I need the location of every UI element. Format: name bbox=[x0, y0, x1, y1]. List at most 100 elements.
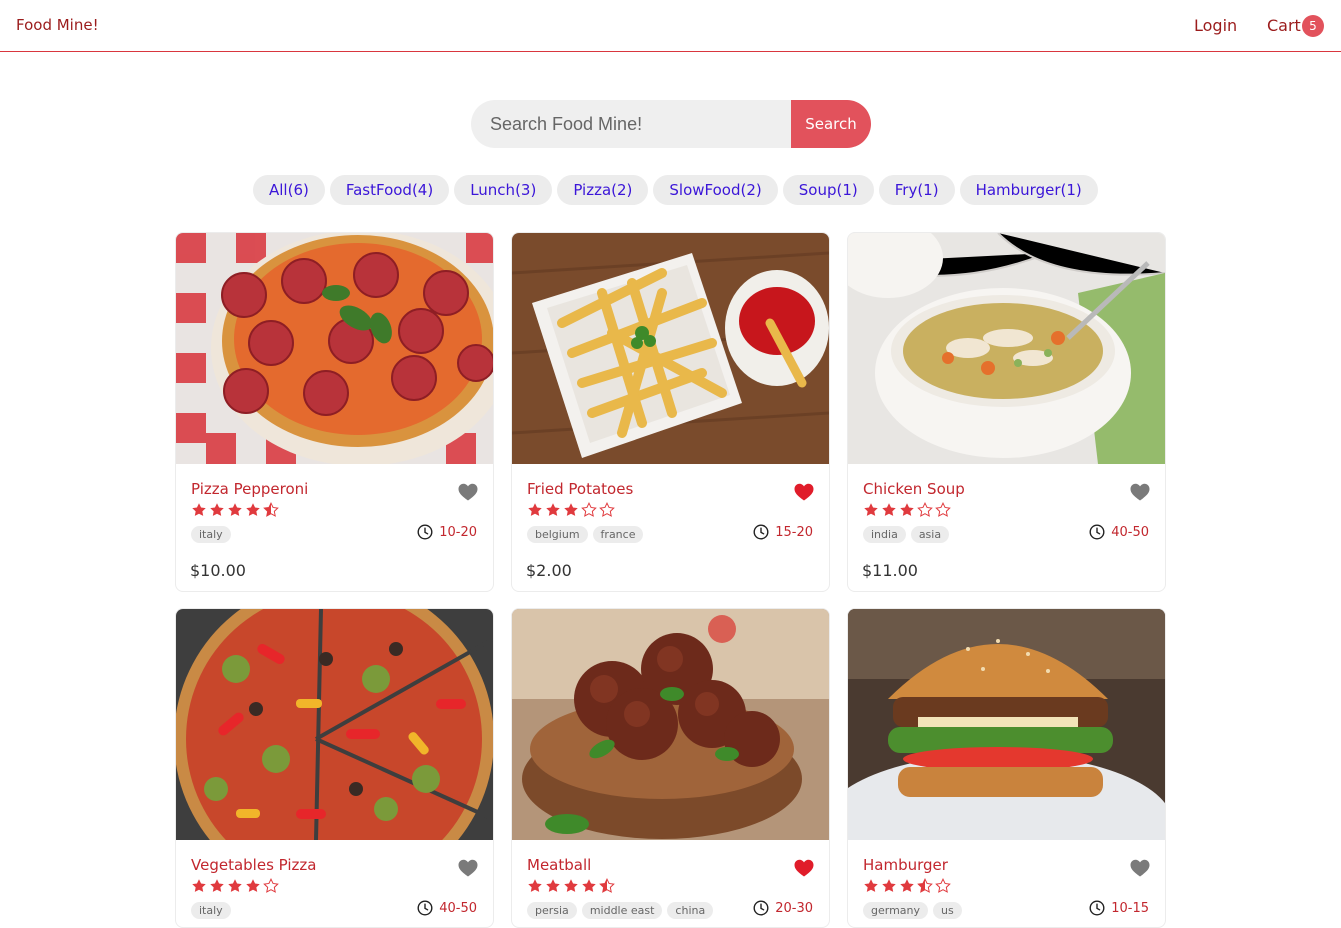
hamburger-photo[interactable] bbox=[848, 609, 1165, 894]
cook-time-value: 10-15 bbox=[1111, 900, 1149, 916]
star-icon bbox=[246, 503, 260, 516]
food-card[interactable]: Fried Potatoes belgium france 15-20 $2.00 bbox=[511, 232, 830, 592]
origin-tag: china bbox=[667, 902, 714, 919]
cook-time-value: 40-50 bbox=[439, 900, 477, 916]
clock-icon bbox=[753, 900, 769, 916]
origin-tag: us bbox=[933, 902, 962, 919]
star-icon bbox=[564, 879, 578, 892]
food-name[interactable]: Vegetables Pizza bbox=[191, 856, 316, 874]
star-icon bbox=[528, 503, 542, 516]
tag-chip[interactable]: All(6) bbox=[253, 175, 325, 205]
star-rating bbox=[191, 502, 279, 520]
food-card[interactable]: Hamburgergermanyus10-15$5.00 bbox=[847, 608, 1166, 928]
origin-tag: belgium bbox=[527, 526, 588, 543]
tag-chip[interactable]: Fry(1) bbox=[878, 175, 955, 205]
heart-icon[interactable] bbox=[458, 483, 478, 501]
vegetable-pizza-photo[interactable] bbox=[176, 609, 493, 899]
star-rating bbox=[527, 878, 615, 896]
clock-icon bbox=[417, 524, 433, 540]
star-icon bbox=[210, 503, 224, 516]
star-icon bbox=[882, 879, 896, 892]
star-icon bbox=[528, 879, 542, 892]
star-icon bbox=[900, 503, 914, 516]
food-price: $11.00 bbox=[862, 561, 918, 580]
food-card[interactable]: Chicken Soup india asia 40-50 $11.00 bbox=[847, 232, 1166, 592]
cook-time: 10-20 bbox=[417, 524, 477, 540]
star-icon bbox=[228, 879, 242, 892]
site-logo[interactable]: Food Mine! bbox=[16, 16, 99, 34]
star-icon bbox=[582, 879, 596, 892]
cook-time-value: 20-30 bbox=[775, 900, 813, 916]
food-name[interactable]: Fried Potatoes bbox=[527, 480, 633, 498]
heart-icon[interactable] bbox=[794, 483, 814, 501]
star-icon bbox=[882, 503, 896, 516]
star-half-icon bbox=[599, 878, 615, 893]
cook-time: 20-30 bbox=[753, 900, 813, 916]
origin-tag: france bbox=[592, 526, 644, 543]
star-empty-icon bbox=[935, 878, 951, 893]
star-empty-icon bbox=[263, 878, 279, 893]
star-icon bbox=[192, 503, 206, 516]
tag-chip[interactable]: Pizza(2) bbox=[557, 175, 649, 205]
origin-tag: italy bbox=[191, 526, 231, 543]
origin-tag: asia bbox=[910, 526, 950, 543]
heart-icon[interactable] bbox=[1130, 859, 1150, 877]
tag-chip[interactable]: FastFood(4) bbox=[329, 175, 450, 205]
star-icon bbox=[546, 879, 560, 892]
origin-tags: italy bbox=[191, 902, 231, 919]
origin-tags: germany us bbox=[863, 902, 962, 919]
search-button[interactable]: Search bbox=[791, 100, 871, 148]
food-price: $2.00 bbox=[526, 561, 572, 580]
star-icon bbox=[564, 503, 578, 516]
star-rating bbox=[863, 878, 951, 896]
origin-tags: italy bbox=[191, 526, 231, 543]
food-card[interactable]: Vegetables Pizzaitaly40-50$9.00 bbox=[175, 608, 494, 928]
food-name[interactable]: Chicken Soup bbox=[863, 480, 965, 498]
food-name[interactable]: Hamburger bbox=[863, 856, 948, 874]
clock-icon bbox=[417, 900, 433, 916]
origin-tag: germany bbox=[863, 902, 929, 919]
star-icon bbox=[864, 879, 878, 892]
star-icon bbox=[192, 879, 206, 892]
heart-icon[interactable] bbox=[1130, 483, 1150, 501]
star-icon bbox=[228, 503, 242, 516]
star-empty-icon bbox=[599, 502, 615, 517]
heart-icon[interactable] bbox=[458, 859, 478, 877]
food-name[interactable]: Pizza Pepperoni bbox=[191, 480, 308, 498]
food-card[interactable]: Meatballpersiamiddle eastchina20-30$20.0… bbox=[511, 608, 830, 928]
tag-chip[interactable]: Hamburger(1) bbox=[959, 175, 1098, 205]
tag-chip[interactable]: Soup(1) bbox=[782, 175, 874, 205]
french-fries-photo[interactable] bbox=[512, 233, 829, 464]
food-name[interactable]: Meatball bbox=[527, 856, 591, 874]
chicken-soup-photo[interactable] bbox=[848, 233, 1165, 464]
cook-time: 15-20 bbox=[753, 524, 813, 540]
tag-filter-bar: All(6) FastFood(4) Lunch(3) Pizza(2) SlowFoo… bbox=[253, 175, 1098, 205]
cart-count-badge[interactable]: 5 bbox=[1302, 15, 1324, 37]
cart-link[interactable]: Cart bbox=[1267, 16, 1301, 35]
clock-icon bbox=[753, 524, 769, 540]
star-icon bbox=[864, 503, 878, 516]
search-input[interactable] bbox=[471, 100, 793, 148]
clock-icon bbox=[1089, 900, 1105, 916]
star-icon bbox=[210, 879, 224, 892]
cook-time-value: 10-20 bbox=[439, 524, 477, 540]
star-empty-icon bbox=[917, 502, 933, 517]
food-card[interactable]: Pizza Pepperoni italy 10-20 $10.00 bbox=[175, 232, 494, 592]
heart-icon[interactable] bbox=[794, 859, 814, 877]
origin-tags: india asia bbox=[863, 526, 950, 543]
origin-tag: india bbox=[863, 526, 906, 543]
cook-time-value: 40-50 bbox=[1111, 524, 1149, 540]
star-empty-icon bbox=[581, 502, 597, 517]
star-empty-icon bbox=[935, 502, 951, 517]
star-half-icon bbox=[917, 878, 933, 893]
tag-chip[interactable]: Lunch(3) bbox=[454, 175, 553, 205]
pepperoni-pizza-photo[interactable] bbox=[176, 233, 493, 466]
meatball-photo[interactable] bbox=[512, 609, 829, 840]
login-link[interactable]: Login bbox=[1194, 16, 1237, 35]
tag-chip[interactable]: SlowFood(2) bbox=[653, 175, 778, 205]
star-rating bbox=[527, 502, 615, 520]
cook-time: 40-50 bbox=[1089, 524, 1149, 540]
star-rating bbox=[863, 502, 951, 520]
cook-time: 10-15 bbox=[1089, 900, 1149, 916]
origin-tag: persia bbox=[527, 902, 577, 919]
